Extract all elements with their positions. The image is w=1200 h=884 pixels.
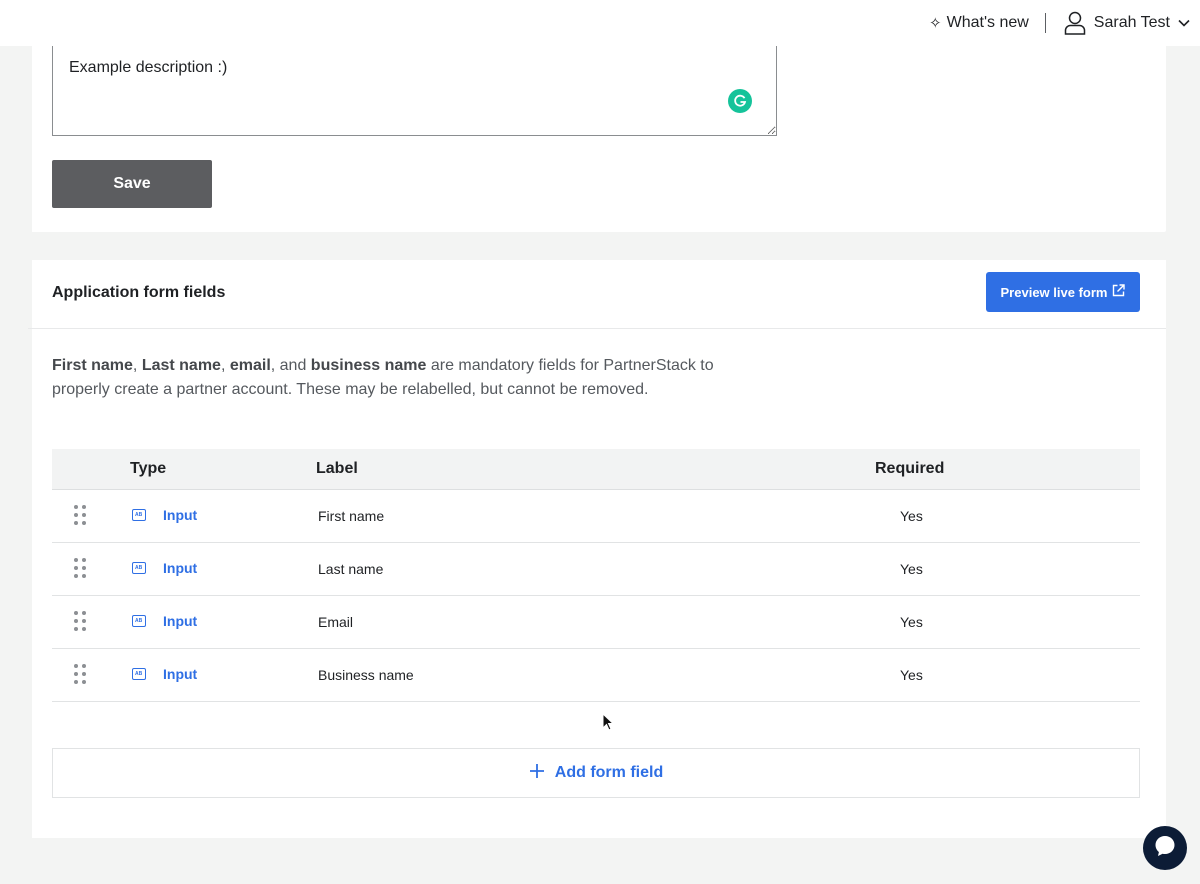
preview-live-form-button[interactable]: Preview live form	[986, 272, 1140, 312]
column-header-required: Required	[875, 460, 945, 477]
top-bar: ✧ What's new Sarah Test	[0, 0, 1200, 46]
description-card: Example description :) Save	[32, 46, 1166, 232]
column-header-label: Label	[316, 460, 358, 477]
field-type-link[interactable]: Input	[163, 666, 197, 682]
mouse-cursor-icon	[602, 712, 615, 736]
drag-handle-icon[interactable]	[74, 558, 88, 580]
text-input-icon	[132, 615, 146, 627]
field-label: Email	[318, 614, 354, 630]
field-required: Yes	[900, 508, 923, 524]
table-header: Type Label Required	[52, 449, 1140, 490]
description-textarea[interactable]: Example description :)	[52, 46, 777, 136]
external-link-icon	[1112, 284, 1126, 300]
chat-launcher-button[interactable]	[1143, 826, 1187, 870]
add-form-field-label: Add form field	[554, 764, 664, 781]
drag-handle-icon[interactable]	[74, 664, 88, 686]
field-required: Yes	[900, 561, 923, 577]
chevron-down-icon	[1178, 19, 1190, 27]
user-name: Sarah Test	[1093, 14, 1170, 31]
field-required: Yes	[900, 614, 923, 630]
whats-new-link[interactable]: ✧ What's new	[929, 14, 1029, 32]
save-button[interactable]: Save	[52, 160, 212, 208]
add-form-field-button[interactable]: Add form field	[52, 748, 1140, 798]
field-label: Last name	[318, 561, 384, 577]
section-title: Application form fields	[52, 284, 226, 301]
field-required: Yes	[900, 667, 923, 683]
field-type-link[interactable]: Input	[163, 560, 197, 576]
table-row[interactable]: Input Email Yes	[52, 596, 1140, 649]
plus-icon	[529, 763, 545, 784]
grammarly-icon[interactable]	[728, 89, 752, 113]
user-icon	[1064, 11, 1086, 35]
field-type-link[interactable]: Input	[163, 507, 197, 523]
whats-new-label: What's new	[946, 14, 1029, 31]
text-input-icon	[132, 509, 146, 521]
column-header-type: Type	[130, 460, 167, 477]
text-input-icon	[132, 562, 146, 574]
user-menu[interactable]: Sarah Test	[1064, 11, 1190, 35]
field-type-link[interactable]: Input	[163, 613, 197, 629]
text-input-icon	[132, 668, 146, 680]
drag-handle-icon[interactable]	[74, 505, 88, 527]
drag-handle-icon[interactable]	[74, 611, 88, 633]
form-fields-card: Application form fields Preview live for…	[28, 260, 1166, 838]
table-row[interactable]: Input Business name Yes	[52, 649, 1140, 702]
chat-icon	[1153, 834, 1177, 863]
field-label: First name	[318, 508, 385, 524]
mandatory-fields-notice: First name, Last name, email, and busine…	[52, 357, 714, 398]
section-divider	[28, 328, 1166, 329]
table-row[interactable]: Input Last name Yes	[52, 543, 1140, 596]
sparkle-icon: ✧	[929, 15, 942, 32]
table-row[interactable]: Input First name Yes	[52, 490, 1140, 543]
form-fields-table: Type Label Required Input First name Yes…	[52, 449, 1140, 702]
field-label: Business name	[318, 667, 414, 683]
header-divider	[1044, 13, 1046, 33]
preview-label: Preview live form	[1000, 284, 1108, 300]
